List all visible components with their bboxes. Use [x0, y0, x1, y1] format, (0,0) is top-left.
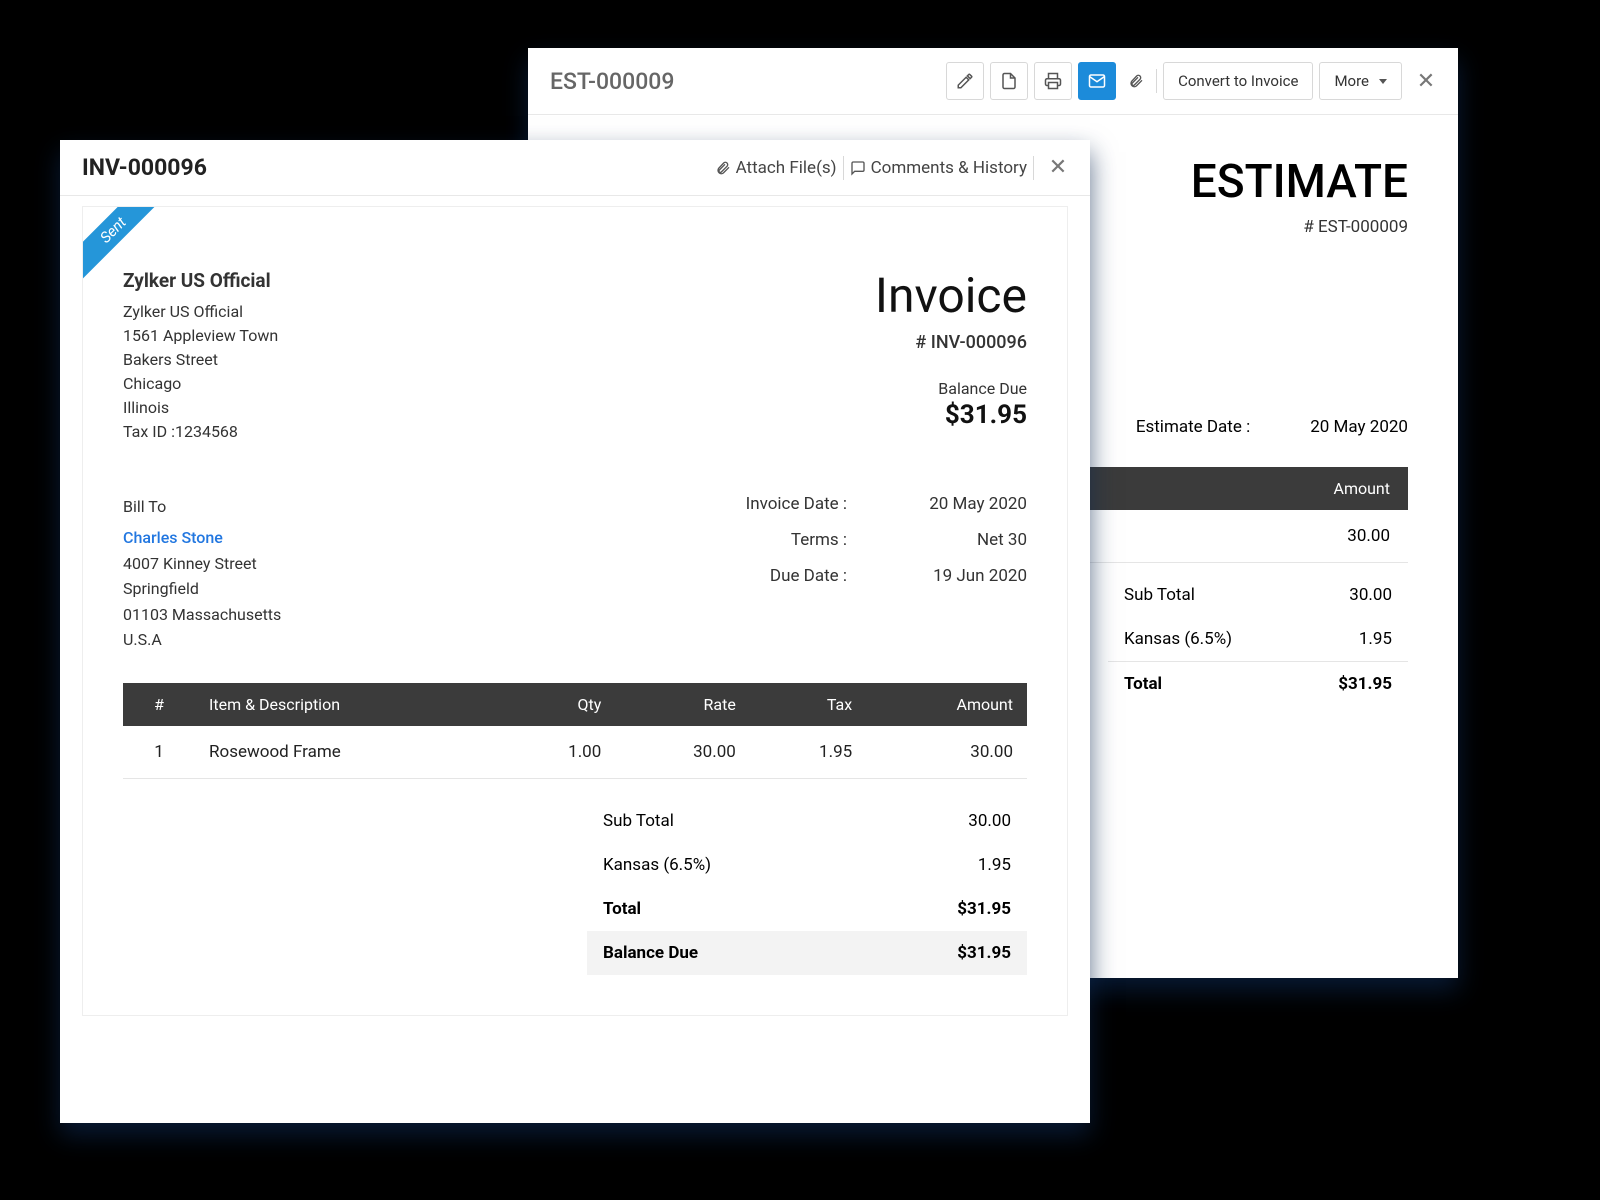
estimate-header: EST-000009 Convert to Invoice More ✕ — [528, 48, 1458, 115]
col-rate: Rate — [615, 683, 750, 726]
email-button[interactable] — [1078, 62, 1116, 100]
comments-history-button[interactable]: Comments & History — [850, 158, 1027, 178]
print-button[interactable] — [1034, 62, 1072, 100]
tax-label: Kansas (6.5%) — [603, 855, 711, 875]
subtotal-label: Sub Total — [603, 811, 674, 831]
col-amount: Amount — [866, 683, 1027, 726]
balance-due-label: Balance Due — [875, 379, 1027, 398]
estimate-date-value: 20 May 2020 — [1310, 417, 1408, 437]
pdf-button[interactable] — [990, 62, 1028, 100]
convert-to-invoice-button[interactable]: Convert to Invoice — [1163, 62, 1313, 100]
invoice-header: INV-000096 Attach File(s) Comments & His… — [60, 140, 1090, 196]
from-address: Zylker US Official Zylker US Official 15… — [123, 267, 278, 444]
balance-due-value: $31.95 — [875, 400, 1027, 430]
invoice-toolbar: Attach File(s) Comments & History ✕ — [715, 156, 1068, 180]
tax-value: 1.95 — [978, 855, 1011, 875]
invoice-meta: Invoice Date : 20 May 2020 Terms : Net 3… — [746, 494, 1027, 654]
total-label: Total — [603, 899, 641, 919]
invoice-title: INV-000096 — [82, 154, 715, 181]
more-button[interactable]: More — [1319, 62, 1402, 100]
est-tax-value: 1.95 — [1359, 629, 1392, 649]
close-icon[interactable]: ✕ — [1048, 158, 1068, 178]
est-tax-label: Kansas (6.5%) — [1124, 629, 1232, 649]
col-qty: Qty — [499, 683, 615, 726]
invoice-items-table: # Item & Description Qty Rate Tax Amount… — [123, 683, 1027, 779]
col-amount: Amount — [1089, 467, 1408, 510]
estimate-title: EST-000009 — [550, 68, 946, 95]
estimate-date-label: Estimate Date : — [1136, 417, 1250, 437]
subtotal-value: 30.00 — [968, 811, 1011, 831]
table-row: 1 Rosewood Frame 1.00 30.00 1.95 30.00 — [123, 726, 1027, 779]
col-item: Item & Description — [195, 683, 499, 726]
balance-due-row-label: Balance Due — [603, 943, 698, 963]
invoice-doc-title: Invoice — [875, 267, 1027, 324]
bill-to-block: Bill To Charles Stone 4007 Kinney Street… — [123, 494, 281, 654]
col-tax: Tax — [750, 683, 866, 726]
attach-file-button[interactable]: Attach File(s) — [715, 158, 837, 178]
est-total-label: Total — [1124, 674, 1162, 694]
total-value: $31.95 — [957, 899, 1011, 919]
balance-due-row-value: $31.95 — [957, 943, 1011, 963]
est-total-value: $31.95 — [1338, 674, 1392, 694]
invoice-panel: INV-000096 Attach File(s) Comments & His… — [60, 140, 1090, 1123]
edit-button[interactable] — [946, 62, 984, 100]
estimate-toolbar: Convert to Invoice More ✕ — [946, 62, 1436, 100]
attachment-button[interactable] — [1122, 63, 1150, 99]
customer-link[interactable]: Charles Stone — [123, 525, 281, 551]
sent-banner: Sent — [83, 207, 155, 279]
est-subtotal-value: 30.00 — [1349, 585, 1392, 605]
divider — [1156, 69, 1157, 93]
invoice-doc-number: # INV-000096 — [875, 332, 1027, 353]
col-hash: # — [123, 683, 195, 726]
est-subtotal-label: Sub Total — [1124, 585, 1195, 605]
close-icon[interactable]: ✕ — [1416, 71, 1436, 91]
